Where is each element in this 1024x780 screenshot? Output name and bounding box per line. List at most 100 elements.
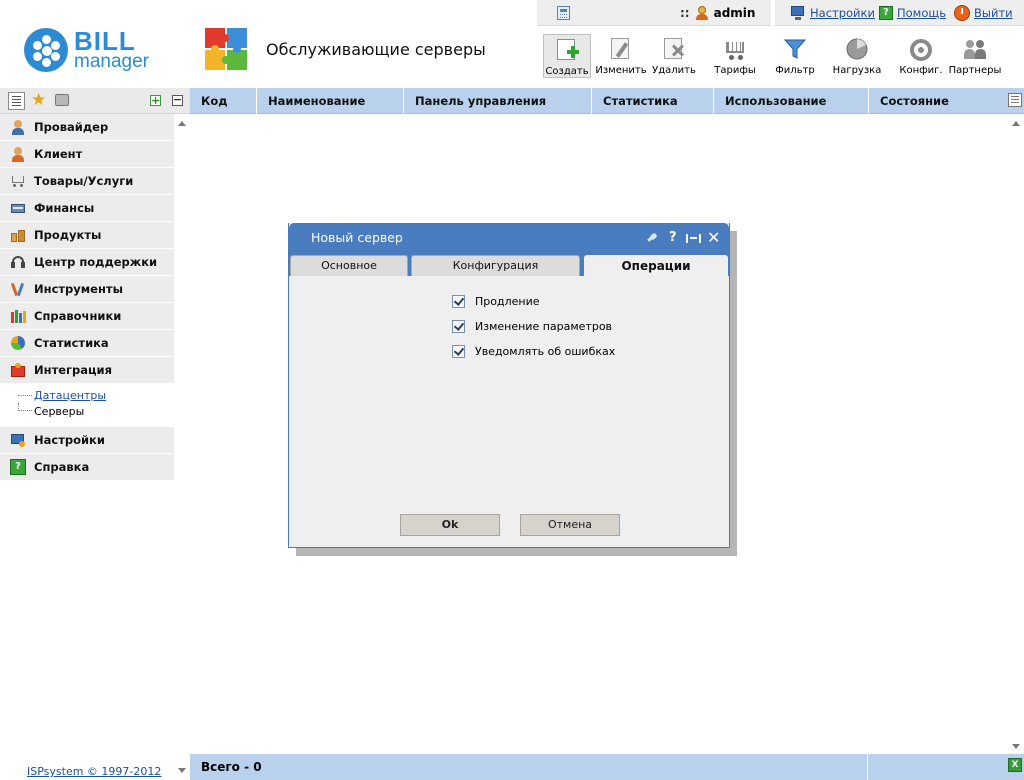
column-header-usage[interactable]: Использование [714, 88, 869, 114]
scroll-down-icon[interactable] [178, 768, 186, 773]
column-header-code[interactable]: Код [190, 88, 257, 114]
renewal-checkbox[interactable] [452, 295, 465, 308]
menu-list-icon[interactable] [8, 92, 25, 110]
logout-link[interactable]: Выйти [954, 4, 1013, 22]
billmanager-logo[interactable]: BILL manager [24, 26, 164, 74]
sidebar-menu: Провайдер Клиент Товары/Услуги Финансы П… [0, 114, 174, 780]
notify-errors-label: Уведомлять об ошибках [475, 345, 616, 358]
tools-icon [10, 281, 26, 297]
table-footer: Всего - 0 X [190, 754, 1024, 780]
tariffs-button[interactable]: Тарифы [711, 34, 759, 78]
calculator-icon[interactable] [557, 4, 570, 22]
config-icon [908, 36, 934, 62]
notify-errors-checkbox[interactable] [452, 345, 465, 358]
settings-link[interactable]: Настройки [790, 4, 875, 22]
close-icon[interactable]: ✕ [707, 223, 720, 253]
sidebar-item-label: Инструменты [34, 282, 123, 296]
sidebar-item-goods[interactable]: Товары/Услуги [0, 168, 174, 194]
cart-icon [10, 173, 26, 189]
sidebar-item-products[interactable]: Продукты [0, 222, 174, 248]
dialog-titlebar[interactable]: Новый сервер ? ✕ [289, 223, 729, 254]
help-link[interactable]: ? Помощь [879, 4, 946, 22]
load-button[interactable]: Нагрузка [830, 34, 884, 78]
statistics-icon [10, 335, 26, 351]
sidebar-item-references[interactable]: Справочники [0, 303, 174, 329]
finance-icon [10, 200, 26, 216]
user-info: :: admin [680, 4, 755, 22]
column-settings-icon[interactable] [1008, 93, 1022, 107]
sidebar-item-client[interactable]: Клиент [0, 141, 174, 167]
logo-text-manager: manager [74, 51, 149, 72]
sidebar-item-tools[interactable]: Инструменты [0, 276, 174, 302]
datacenters-link[interactable]: Датацентры [34, 389, 106, 402]
column-header-name[interactable]: Наименование [257, 88, 404, 114]
sidebar-item-support[interactable]: Центр поддержки [0, 249, 174, 275]
tab-configuration[interactable]: Конфигурация [411, 255, 580, 276]
copyright-link[interactable]: ISPsystem © 1997-2012 [27, 765, 161, 778]
ok-button[interactable]: Ok [400, 514, 500, 536]
param-change-label: Изменение параметров [475, 320, 613, 333]
sidebar-item-label: Клиент [34, 147, 83, 161]
page-title: Обслуживающие серверы [266, 40, 486, 59]
favorites-star-icon[interactable]: ★ [31, 90, 46, 110]
checkbox-row-renewal[interactable]: Продление [452, 295, 540, 308]
table-header: Код Наименование Панель управления Стати… [190, 88, 1024, 114]
left-panel-tabs: ★ + − [0, 88, 190, 114]
param-change-checkbox[interactable] [452, 320, 465, 333]
expand-all-icon[interactable]: + [150, 95, 161, 106]
help-link-label[interactable]: Помощь [897, 6, 946, 20]
dialog-help-icon[interactable]: ? [669, 223, 677, 253]
tab-main[interactable]: Основное [290, 255, 408, 276]
checkbox-row-notify-errors[interactable]: Уведомлять об ошибках [452, 345, 615, 358]
table-scroll-up-icon[interactable] [1012, 121, 1020, 126]
create-button[interactable]: Создать [543, 34, 591, 78]
sidebar-item-label: Статистика [34, 336, 109, 350]
load-button-label: Нагрузка [832, 65, 882, 76]
sidebar-item-settings[interactable]: Настройки [0, 427, 174, 453]
delete-button[interactable]: Удалить [651, 34, 697, 78]
sidebar-item-finance[interactable]: Финансы [0, 195, 174, 221]
pin-icon[interactable] [646, 232, 658, 243]
sidebar-subitem-datacenters[interactable]: Датацентры [18, 387, 174, 403]
cancel-button[interactable]: Отмена [520, 514, 620, 536]
sidebar-item-provider[interactable]: Провайдер [0, 114, 174, 140]
sidebar-item-label: Интеграция [34, 363, 113, 377]
tab-operations[interactable]: Операции [584, 255, 728, 277]
servers-label[interactable]: Серверы [34, 405, 84, 418]
sidebar-scrollbar[interactable] [174, 114, 190, 780]
settings-icon [10, 432, 26, 448]
logout-link-label[interactable]: Выйти [974, 6, 1013, 20]
integration-icon [10, 362, 26, 378]
filter-button[interactable]: Фильтр [771, 34, 819, 78]
checkbox-row-param-change[interactable]: Изменение параметров [452, 320, 612, 333]
sidebar-subitem-servers[interactable]: Серверы [18, 403, 174, 419]
scroll-up-icon[interactable] [178, 121, 186, 126]
sidebar-item-help[interactable]: ? Справка [0, 454, 174, 480]
config-button[interactable]: Конфиг. [897, 34, 945, 78]
new-server-dialog: Новый сервер ? ✕ Основное Конфигурация О… [288, 223, 730, 548]
expand-icon[interactable] [686, 234, 701, 243]
column-header-statistics[interactable]: Статистика [592, 88, 714, 114]
help-icon: ? [10, 459, 26, 475]
export-excel-icon[interactable]: X [1008, 758, 1022, 772]
edit-button[interactable]: Изменить [594, 34, 648, 78]
sidebar-item-label: Провайдер [34, 120, 109, 134]
products-icon [10, 227, 26, 243]
collapse-all-icon[interactable]: − [172, 94, 183, 106]
sidebar-item-integration[interactable]: Интеграция [0, 357, 174, 383]
table-scroll-down-icon[interactable] [1012, 744, 1020, 749]
table-scrollbar[interactable] [1008, 114, 1024, 754]
column-header-panel[interactable]: Панель управления [404, 88, 592, 114]
settings-link-label[interactable]: Настройки [810, 6, 875, 20]
sidebar-item-statistics[interactable]: Статистика [0, 330, 174, 356]
power-icon [954, 5, 970, 21]
user-bar: :: admin Настройки ? Помощь Выйти [537, 0, 1024, 26]
briefcase-icon[interactable] [55, 94, 69, 106]
username: admin [713, 6, 756, 20]
provider-icon [10, 119, 26, 135]
logo-circle-icon [24, 28, 68, 72]
partners-button[interactable]: Партнеры [948, 34, 1002, 78]
userbar-divider [771, 0, 775, 26]
sidebar-item-label: Справочники [34, 309, 122, 323]
column-header-state[interactable]: Состояние [869, 88, 1008, 114]
